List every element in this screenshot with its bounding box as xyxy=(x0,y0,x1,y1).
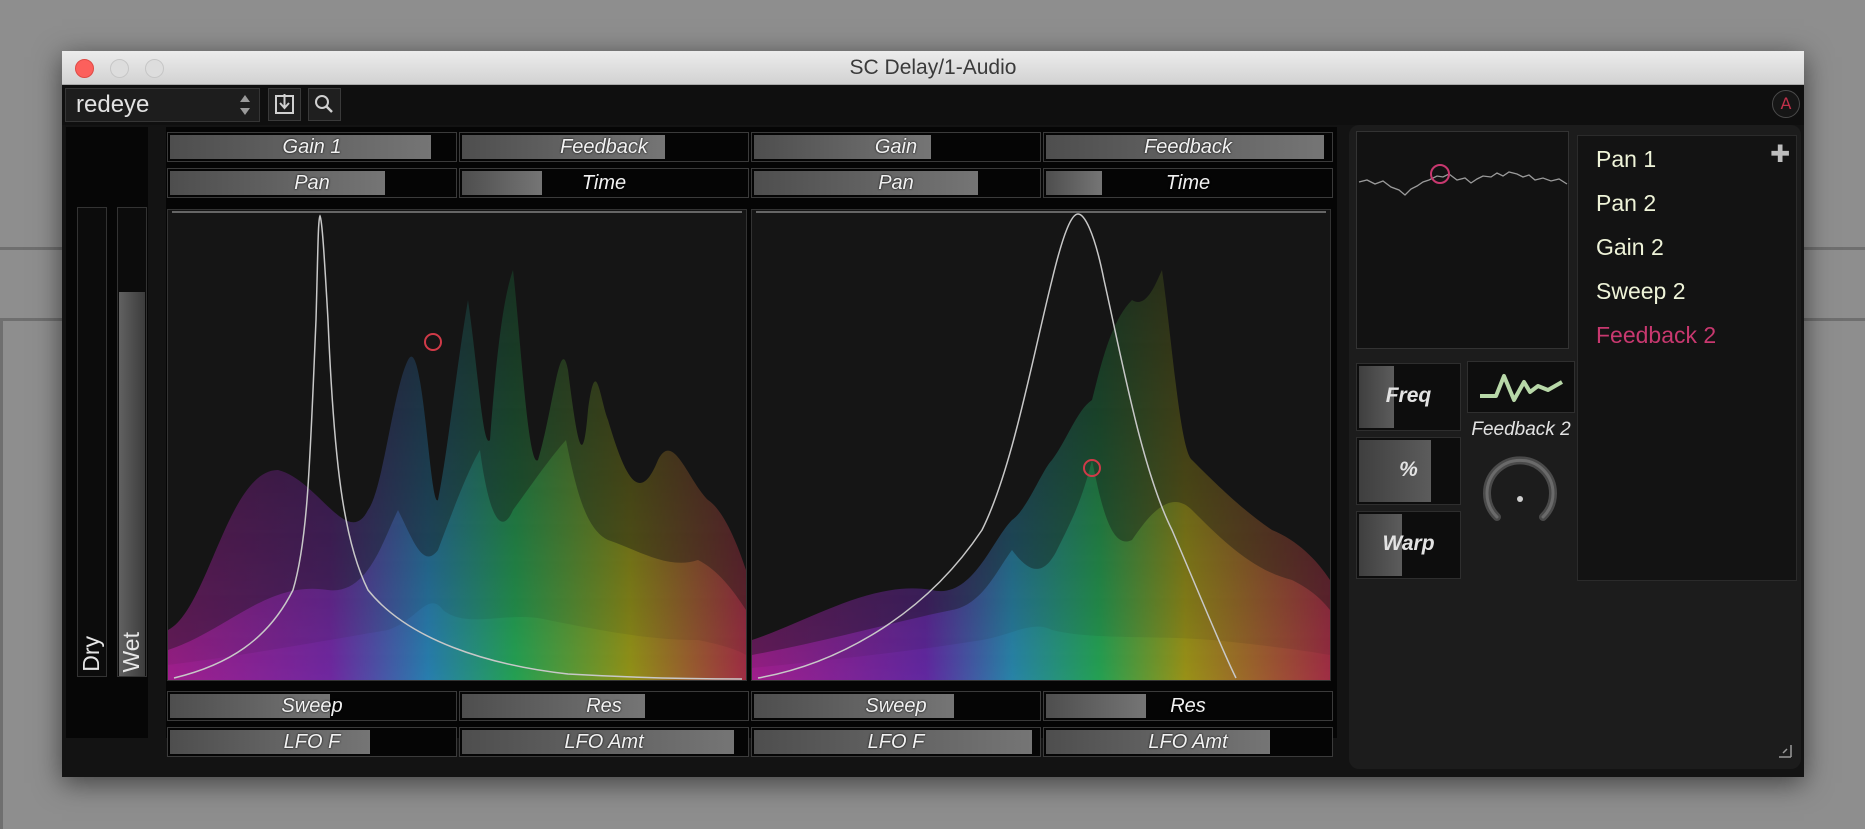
dry-wet-panel: Dry Wet xyxy=(66,127,148,738)
preset-stepper-icon[interactable] xyxy=(239,95,251,117)
search-icon xyxy=(315,95,333,113)
lfo-percent-slider[interactable]: % xyxy=(1356,437,1461,505)
delay2-pan-slider[interactable]: Pan xyxy=(751,168,1041,198)
toolbar: redeye A xyxy=(62,85,1804,125)
slider-label: Gain xyxy=(874,136,918,158)
delay1-time-slider[interactable]: Time xyxy=(459,168,749,198)
slider-label: LFO F xyxy=(283,731,341,753)
lfo-amount-knob[interactable] xyxy=(1475,447,1565,537)
lfo-target-label: Feedback 2 xyxy=(1471,419,1571,440)
slider-label: Pan xyxy=(294,172,330,194)
spectrum-waterfall xyxy=(752,270,1330,680)
delay2-filter-display[interactable] xyxy=(751,209,1331,681)
modulation-panel: Freq % Warp Feedback 2 ✚ Pan 1 Pan 2 Gai… xyxy=(1349,125,1801,769)
delay1-pan-slider[interactable]: Pan xyxy=(167,168,457,198)
title-bar[interactable]: SC Delay/1-Audio xyxy=(62,51,1804,85)
slider-label: LFO F xyxy=(867,731,925,753)
slider-label: Sweep xyxy=(281,695,343,717)
slider-label: Gain 1 xyxy=(282,136,342,158)
desktop-line xyxy=(0,318,3,829)
slider-label: Res xyxy=(1170,695,1206,717)
delay2-gain-slider[interactable]: Gain xyxy=(751,132,1041,162)
slider-label: Feedback xyxy=(560,136,648,158)
delay2-res-slider[interactable]: Res xyxy=(1043,691,1333,721)
plugin-body: Dry Wet Gain 1 Feedback Pan Time Gain Fe… xyxy=(62,125,1804,777)
desktop-line xyxy=(0,247,62,250)
lfo-warp-slider[interactable]: Warp xyxy=(1356,511,1461,579)
desktop-line xyxy=(0,318,62,321)
save-icon xyxy=(275,94,294,114)
delay1-lfo-amt-slider[interactable]: LFO Amt xyxy=(459,727,749,757)
slider-label: Pan xyxy=(878,172,914,194)
delay2-spectrum-svg xyxy=(752,211,1330,680)
preset-name: redeye xyxy=(76,91,150,118)
desktop-line xyxy=(1804,318,1865,321)
slider-label: Feedback xyxy=(1144,136,1232,158)
preset-selector[interactable]: redeye xyxy=(65,88,260,122)
delay1-feedback-slider[interactable]: Feedback xyxy=(459,132,749,162)
delay1-filter-display[interactable] xyxy=(167,209,747,681)
mod-list-item[interactable]: Gain 2 xyxy=(1596,234,1664,261)
modulation-list: ✚ Pan 1 Pan 2 Gain 2 Sweep 2 Feedback 2 xyxy=(1577,135,1797,581)
spectrum-waterfall xyxy=(168,270,746,680)
wet-slider[interactable]: Wet xyxy=(117,207,147,677)
add-modulation-button[interactable]: ✚ xyxy=(1770,142,1790,166)
slider-label: Sweep xyxy=(865,695,927,717)
slider-label: LFO Amt xyxy=(564,731,644,753)
dry-label: Dry xyxy=(78,636,104,672)
waveform-icon xyxy=(1480,374,1563,402)
delay2-feedback-slider[interactable]: Feedback xyxy=(1043,132,1333,162)
save-preset-button[interactable] xyxy=(268,88,301,121)
user-badge[interactable]: A xyxy=(1772,90,1800,118)
delay-effects-area: Gain 1 Feedback Pan Time Gain Feedback P… xyxy=(166,127,1337,757)
delay1-spectrum-svg xyxy=(168,211,746,680)
mod-list-item[interactable]: Pan 1 xyxy=(1596,146,1656,173)
delay1-sweep-slider[interactable]: Sweep xyxy=(167,691,457,721)
delay1-res-slider[interactable]: Res xyxy=(459,691,749,721)
desktop-line xyxy=(1804,247,1865,250)
lfo-freq-slider[interactable]: Freq xyxy=(1356,363,1461,431)
delay1-filter-handle[interactable] xyxy=(424,333,442,351)
resize-grip-icon[interactable] xyxy=(1777,743,1793,759)
dry-slider[interactable]: Dry xyxy=(77,207,107,677)
slider-label: Time xyxy=(1165,172,1211,194)
wet-label: Wet xyxy=(118,631,144,672)
lfo-waveform-button[interactable] xyxy=(1467,361,1575,413)
slider-label: Res xyxy=(586,695,622,717)
slider-label: % xyxy=(1399,458,1418,481)
mod-list-item[interactable]: Feedback 2 xyxy=(1596,322,1716,349)
delay2-sweep-slider[interactable]: Sweep xyxy=(751,691,1041,721)
delay1-lfo-f-slider[interactable]: LFO F xyxy=(167,727,457,757)
search-button[interactable] xyxy=(308,88,341,121)
mod-list-item[interactable]: Sweep 2 xyxy=(1596,278,1686,305)
delay1-gain-slider[interactable]: Gain 1 xyxy=(167,132,457,162)
mod-list-item[interactable]: Pan 2 xyxy=(1596,190,1656,217)
slider-label: Freq xyxy=(1385,384,1432,407)
lfo-playhead xyxy=(1430,164,1450,184)
delay2-lfo-amt-slider[interactable]: LFO Amt xyxy=(1043,727,1333,757)
wet-slider-fill xyxy=(119,292,145,676)
window-title: SC Delay/1-Audio xyxy=(849,56,1017,79)
lfo-waveform xyxy=(1358,171,1568,196)
slider-label: Time xyxy=(581,172,627,194)
slider-label: Warp xyxy=(1382,532,1435,555)
delay2-lfo-f-slider[interactable]: LFO F xyxy=(751,727,1041,757)
slider-label: LFO Amt xyxy=(1148,731,1228,753)
lfo-preview[interactable] xyxy=(1356,131,1569,349)
lfo-waveform-svg xyxy=(1358,164,1568,196)
delay2-time-slider[interactable]: Time xyxy=(1043,168,1333,198)
plugin-window: SC Delay/1-Audio redeye A Dry Wet Gain 1… xyxy=(62,51,1804,777)
